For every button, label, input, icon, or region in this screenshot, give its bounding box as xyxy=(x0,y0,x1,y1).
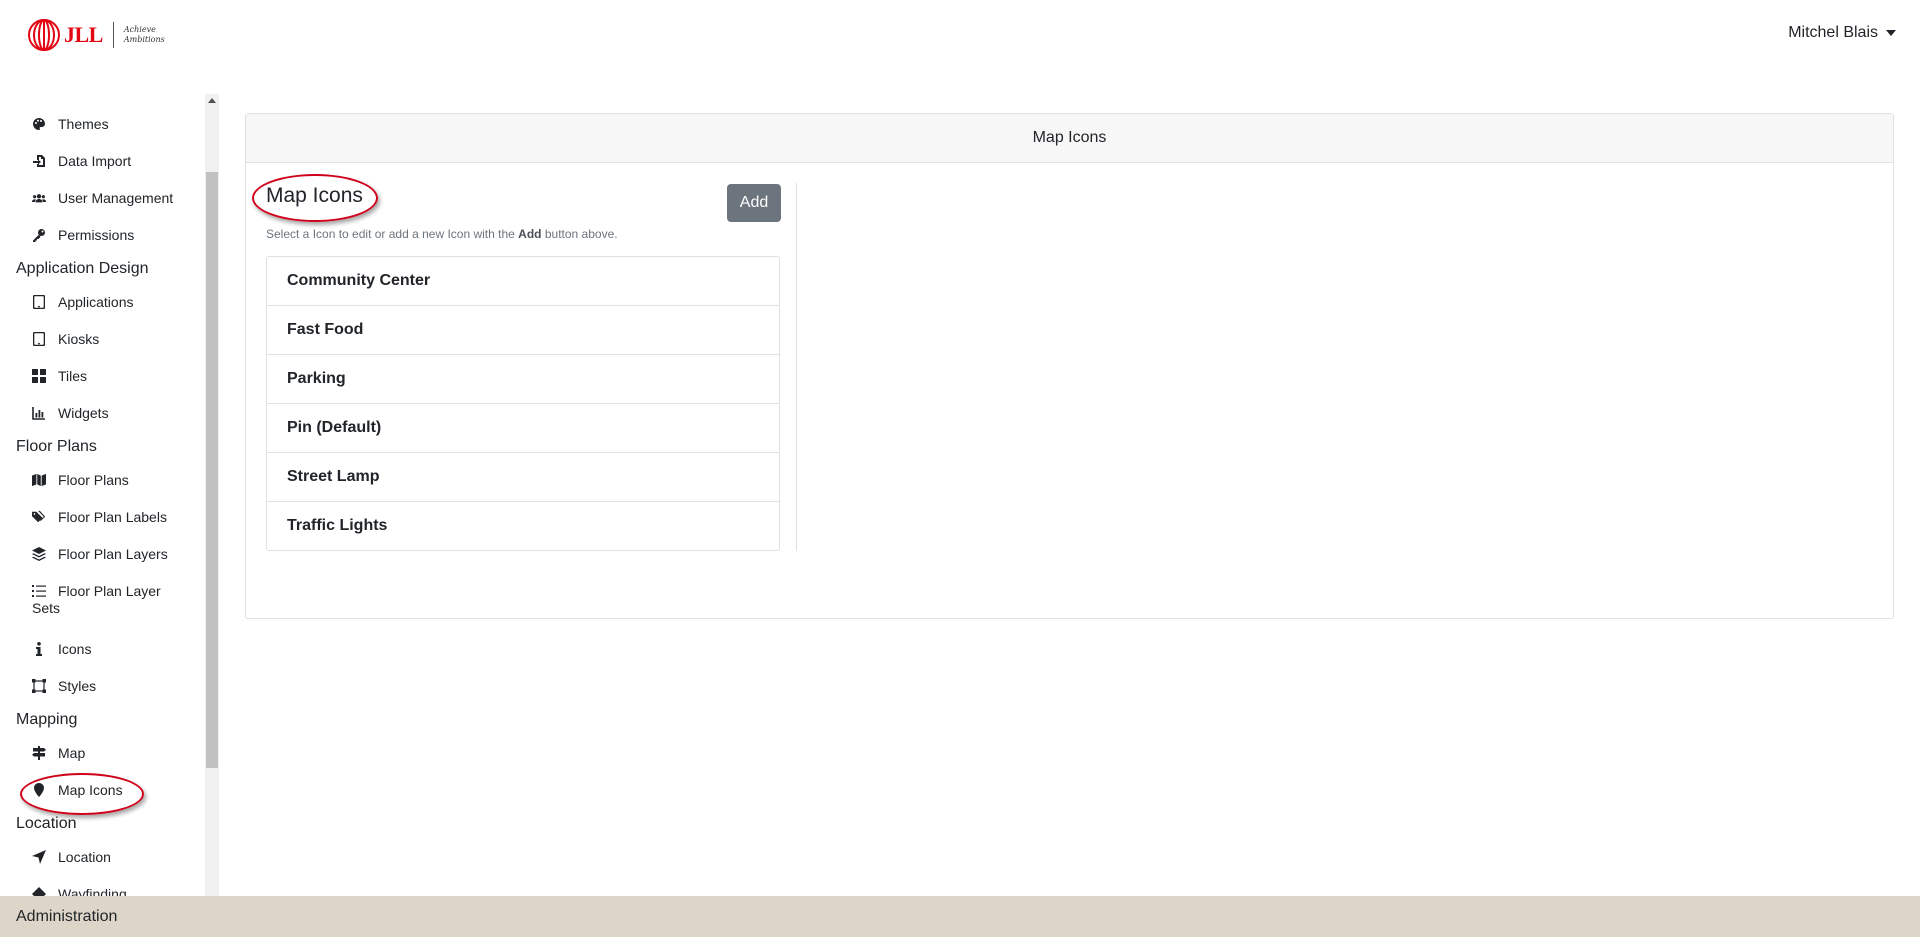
sidebar-item-label: Permissions xyxy=(58,227,135,243)
sidebar-item-label: Floor Plan Layers xyxy=(58,546,168,562)
sidebar-item-themes[interactable]: Themes xyxy=(0,106,205,143)
sidebar-nav: Themes Data Import User Management Permi… xyxy=(0,94,205,896)
list-item[interactable]: Traffic Lights xyxy=(267,502,779,550)
sidebar-item-label: Widgets xyxy=(58,405,109,421)
sidebar-section-title: Location xyxy=(16,815,77,832)
sidebar-item-tiles[interactable]: Tiles xyxy=(0,358,205,395)
sidebar-item-map[interactable]: Map xyxy=(0,735,205,772)
user-menu[interactable]: Mitchel Blais xyxy=(1788,24,1896,42)
sidebar-scrollbar[interactable] xyxy=(205,94,219,896)
list-item[interactable]: Fast Food xyxy=(267,306,779,355)
tablet-icon xyxy=(32,295,46,309)
file-import-icon xyxy=(32,154,46,168)
signs-icon xyxy=(32,746,46,760)
sidebar-item-location[interactable]: Location xyxy=(0,839,205,876)
logo-tagline: Achieve Ambitions xyxy=(123,25,165,44)
sidebar-item-label: Map Icons xyxy=(58,782,123,798)
sidebar-item-label: Floor Plan Labels xyxy=(58,509,167,525)
user-name: Mitchel Blais xyxy=(1788,24,1878,41)
footer-label: Administration xyxy=(16,908,118,925)
tags-icon xyxy=(32,510,46,524)
card-header: Map Icons xyxy=(246,114,1893,163)
app-header: JLL Achieve Ambitions Mitchel Blais xyxy=(0,0,1920,80)
users-icon xyxy=(32,191,46,205)
list-item[interactable]: Street Lamp xyxy=(267,453,779,502)
sidebar-item-wayfinding[interactable]: Wayfinding xyxy=(0,876,205,896)
jll-logo-mark-icon xyxy=(28,19,60,51)
jll-logo[interactable]: JLL Achieve Ambitions xyxy=(28,18,176,52)
sidebar-item-label: Floor Plan Layer Sets xyxy=(32,583,161,616)
map-icon xyxy=(32,473,46,487)
palette-icon xyxy=(32,117,46,131)
key-icon xyxy=(32,228,46,242)
scroll-up-arrow-icon[interactable] xyxy=(208,98,216,103)
add-button[interactable]: Add xyxy=(727,184,781,222)
sidebar-item-styles[interactable]: Styles xyxy=(0,668,205,705)
grid-icon xyxy=(32,369,46,383)
sidebar-item-label: User Management xyxy=(58,190,174,206)
sidebar-item-label: Applications xyxy=(58,294,134,310)
sidebar-item-label: Tiles xyxy=(58,368,88,384)
sidebar-item-kiosks[interactable]: Kiosks xyxy=(0,321,205,358)
panel-divider xyxy=(796,183,797,551)
sidebar-item-label: Icons xyxy=(58,641,92,657)
sidebar-item-floor-plan-labels[interactable]: Floor Plan Labels xyxy=(0,499,205,536)
sidebar-item-data-import[interactable]: Data Import xyxy=(0,143,205,180)
list-item[interactable]: Community Center xyxy=(267,257,779,306)
sidebar-item-floor-plan-layer-sets[interactable]: Floor Plan Layer Sets xyxy=(0,573,205,631)
sidebar-item-permissions[interactable]: Permissions xyxy=(0,217,205,254)
sidebar-section-title: Application Design xyxy=(16,260,149,277)
tablet-icon xyxy=(32,332,46,346)
sidebar-item-label: Floor Plans xyxy=(58,472,129,488)
logo-divider xyxy=(112,22,114,48)
sidebar-item-widgets[interactable]: Widgets xyxy=(0,395,205,432)
list-icon xyxy=(32,584,46,598)
sidebar-section-title: Floor Plans xyxy=(16,438,97,455)
location-arrow-icon xyxy=(32,850,46,864)
hint-suffix: button above. xyxy=(544,227,618,241)
sidebar-item-label: Kiosks xyxy=(58,331,100,347)
sidebar-item-floor-plans[interactable]: Floor Plans xyxy=(0,462,205,499)
panel-hint: Select a Icon to edit or add a new Icon … xyxy=(266,227,618,241)
footer-bar: Administration xyxy=(0,896,1920,937)
sidebar-item-map-icons[interactable]: Map Icons xyxy=(0,772,205,809)
sidebar-item-label: Location xyxy=(58,849,111,865)
logo-text: JLL xyxy=(64,22,103,47)
chart-icon xyxy=(32,406,46,420)
sidebar-item-user-management[interactable]: User Management xyxy=(0,180,205,217)
icon-list: Community Center Fast Food Parking Pin (… xyxy=(266,256,780,551)
sidebar-item-label: Map xyxy=(58,745,86,761)
hint-bold: Add xyxy=(518,227,542,241)
sidebar-item-floor-plan-layers[interactable]: Floor Plan Layers xyxy=(0,536,205,573)
sidebar-item-icons[interactable]: Icons xyxy=(0,631,205,668)
info-icon xyxy=(32,642,46,656)
panel-title: Map Icons xyxy=(266,184,363,207)
sidebar-item-label: Styles xyxy=(58,678,97,694)
sidebar-section-title: Mapping xyxy=(16,711,78,728)
sidebar-item-label: Themes xyxy=(58,116,109,132)
hint-prefix: Select a Icon to edit or add a new Icon … xyxy=(266,227,515,241)
sidebar-item-label: Data Import xyxy=(58,153,132,169)
map-marker-icon xyxy=(32,783,46,797)
list-item[interactable]: Parking xyxy=(267,355,779,404)
list-item[interactable]: Pin (Default) xyxy=(267,404,779,453)
sidebar-item-label: Wayfinding xyxy=(58,886,127,896)
caret-down-icon xyxy=(1886,30,1896,36)
layers-icon xyxy=(32,547,46,561)
vector-square-icon xyxy=(32,679,46,693)
sidebar-item-applications[interactable]: Applications xyxy=(0,284,205,321)
directions-icon xyxy=(32,887,46,896)
map-icons-card: Map Icons Map Icons Add Select a Icon to… xyxy=(245,113,1894,619)
scrollbar-thumb[interactable] xyxy=(206,172,218,768)
